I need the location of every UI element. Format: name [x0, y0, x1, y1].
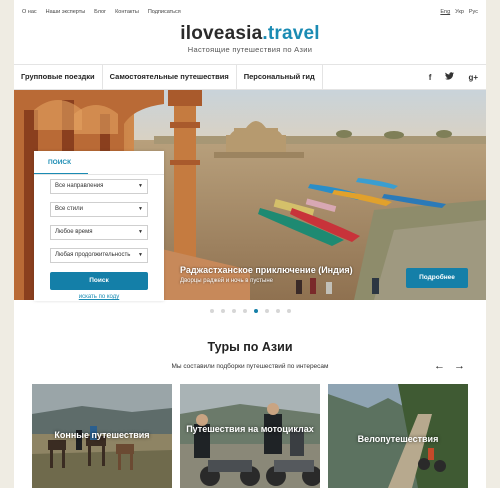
top-link-about[interactable]: О нас — [22, 9, 37, 15]
chevron-down-icon: ▼ — [138, 206, 143, 212]
top-bar: О нас Наши эксперты Блог Контакты Подпис… — [22, 9, 478, 19]
tour-card-horse[interactable]: Конные путешествия — [32, 384, 172, 488]
slider-dot[interactable] — [209, 309, 214, 313]
top-link-contacts[interactable]: Контакты — [115, 9, 139, 15]
top-links: О нас Наши эксперты Блог Контакты Подпис… — [22, 9, 181, 15]
top-link-subscribe[interactable]: Подписаться — [148, 9, 181, 15]
tour-card-image — [180, 384, 320, 488]
chevron-down-icon: ▼ — [138, 252, 143, 258]
tours-section-title: Туры по Азии — [207, 340, 293, 354]
nav-personal-guide[interactable]: Персональный гид — [237, 65, 323, 89]
nav-independent-travel[interactable]: Самостоятельные путешествия — [103, 65, 237, 89]
destination-select[interactable]: Все направления ▼ — [50, 179, 148, 194]
logo-tagline: Настоящие путешествия по Азии — [187, 45, 313, 54]
tour-card-bike[interactable]: Велопутешествия — [328, 384, 468, 488]
lang-eng[interactable]: Eng — [440, 9, 450, 15]
site-logo[interactable]: iloveasia.travel Настоящие путешествия п… — [14, 24, 486, 55]
search-button[interactable]: Поиск — [50, 272, 148, 290]
facebook-icon[interactable]: f — [429, 73, 432, 82]
nav-group-tours[interactable]: Групповые поездки — [14, 65, 103, 89]
top-link-experts[interactable]: Наши эксперты — [46, 9, 86, 15]
language-switcher: Eng Укр Рус — [440, 9, 478, 15]
time-select[interactable]: Любое время ▼ — [50, 225, 148, 240]
style-select[interactable]: Все стили ▼ — [50, 202, 148, 217]
lang-ukr[interactable]: Укр — [455, 9, 464, 15]
tour-card-title: Путешествия на мотоциклах — [186, 424, 314, 434]
top-link-blog[interactable]: Блог — [94, 9, 106, 15]
main-nav: Групповые поездки Самостоятельные путеше… — [14, 64, 486, 90]
search-panel: ПОИСК Все направления ▼ Все стили ▼ Любо… — [34, 151, 164, 301]
social-links: f g+ — [429, 65, 478, 89]
slider-dot-active[interactable] — [253, 309, 258, 313]
page: О нас Наши эксперты Блог Контакты Подпис… — [14, 0, 486, 488]
slider-dot[interactable] — [242, 309, 247, 313]
hero-subtitle: Дворцы раджей и ночь в пустыне — [180, 278, 274, 284]
destination-select-value: Все направления — [55, 183, 104, 189]
slider-dot[interactable] — [275, 309, 280, 313]
twitter-icon[interactable] — [445, 72, 455, 82]
google-plus-icon[interactable]: g+ — [468, 73, 478, 82]
chevron-down-icon: ▼ — [138, 183, 143, 189]
duration-select[interactable]: Любая продолжительность ▼ — [50, 248, 148, 263]
tour-card-title: Велопутешествия — [357, 434, 439, 444]
hero-more-button[interactable]: Подробнее — [406, 268, 468, 288]
logo-wordmark: iloveasia.travel — [14, 24, 486, 44]
style-select-value: Все стили — [55, 206, 83, 212]
logo-part2: .travel — [262, 23, 320, 44]
slider-dot[interactable] — [264, 309, 269, 313]
slider-dots — [14, 309, 486, 313]
logo-part1: iloveasia — [180, 23, 263, 44]
chevron-down-icon: ▼ — [138, 229, 143, 235]
lang-rus[interactable]: Рус — [469, 9, 478, 15]
tour-card-moto[interactable]: Путешествия на мотоциклах — [180, 384, 320, 488]
search-by-code-link[interactable]: искать по коду — [34, 294, 164, 300]
hero-caption: Раджастханское приключение (Индия) Дворц… — [180, 265, 353, 284]
duration-select-value: Любая продолжительность — [55, 252, 131, 258]
search-tab[interactable]: ПОИСК — [48, 159, 71, 166]
hero-title[interactable]: Раджастханское приключение (Индия) — [180, 265, 353, 275]
slider-dot[interactable] — [231, 309, 236, 313]
slider-dot[interactable] — [286, 309, 291, 313]
tour-card-title: Конные путешествия — [54, 430, 150, 440]
arrow-right-icon[interactable]: → — [454, 360, 465, 372]
time-select-value: Любое время — [55, 229, 93, 235]
slider-dot[interactable] — [220, 309, 225, 313]
tours-section-subtitle: Мы составили подборки путешествий по инт… — [171, 363, 329, 370]
search-tab-divider — [34, 174, 164, 175]
arrow-left-icon[interactable]: ← — [434, 360, 445, 372]
